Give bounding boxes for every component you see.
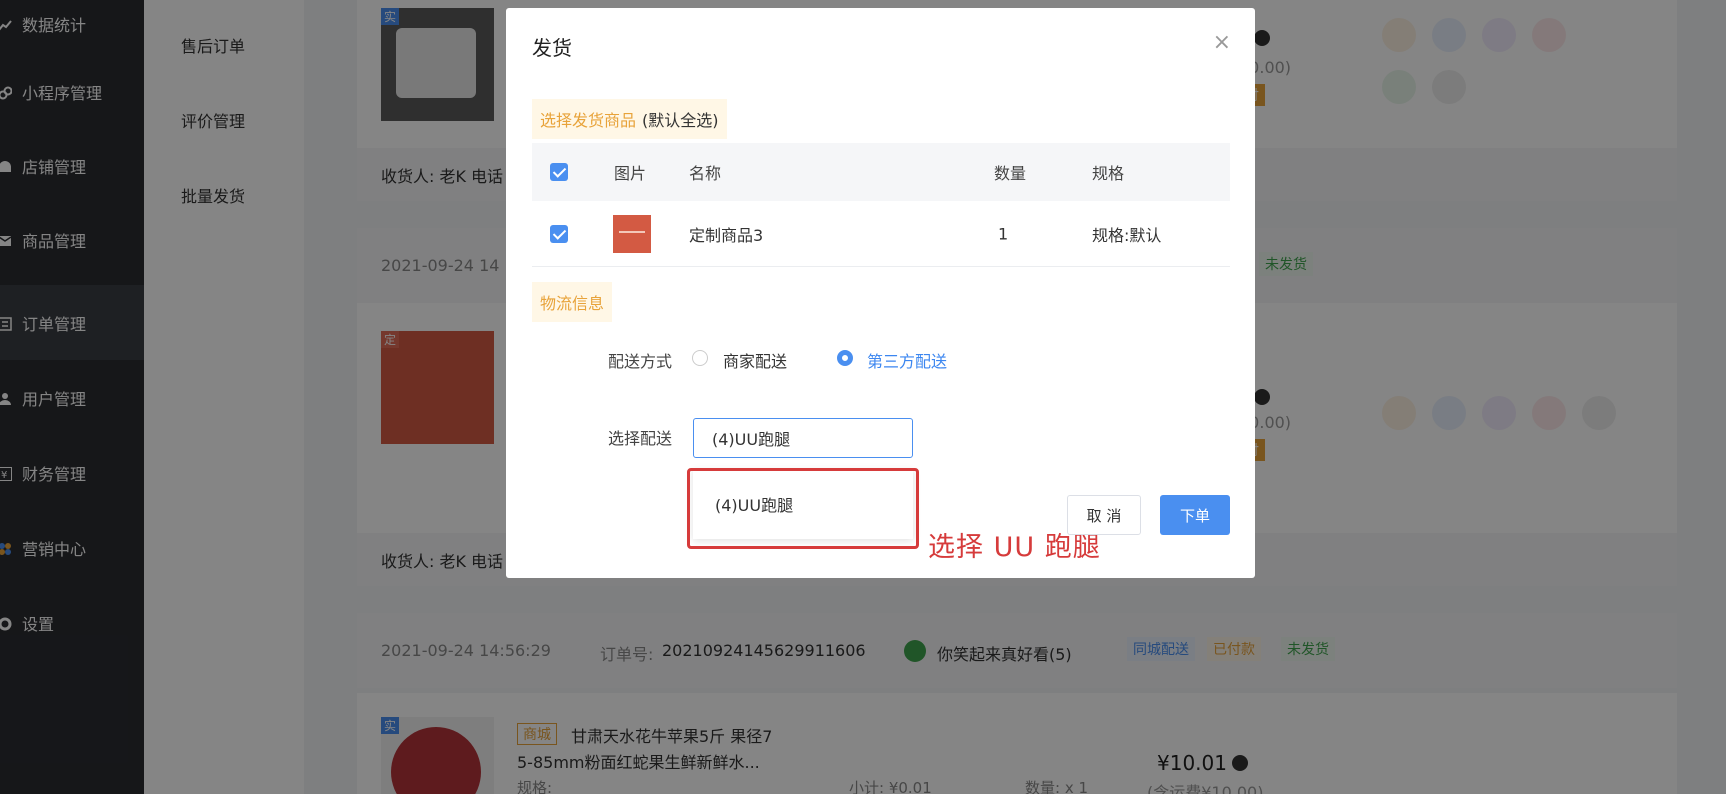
dialog-title: 发货	[532, 36, 572, 60]
header-spec: 规格	[1092, 164, 1125, 183]
annotation-highlight	[687, 468, 919, 549]
product-qty: 1	[998, 224, 1009, 243]
section-goods: 选择发货商品 (默认全选)	[532, 99, 727, 139]
product-spec: 规格:默认	[1092, 225, 1162, 245]
product-name: 定制商品3	[689, 225, 764, 245]
section-logistics: 物流信息	[532, 282, 613, 322]
product-thumbnail	[613, 214, 651, 253]
radio-third-party-label[interactable]: 第三方配送	[867, 348, 947, 372]
header-name: 名称	[689, 164, 722, 183]
select-delivery-label: 选择配送	[608, 429, 673, 448]
delivery-select[interactable]: (4)UU跑腿	[693, 418, 913, 458]
table-row: 定制商品3 1 规格:默认	[532, 201, 1230, 267]
ship-dialog: 发货 × 选择发货商品 (默认全选) 图片 名称 数量 规格 定制商品3 1 规…	[506, 8, 1255, 578]
submit-order-button[interactable]: 下单	[1160, 495, 1230, 535]
delivery-method-label: 配送方式	[608, 352, 673, 371]
radio-third-party-delivery[interactable]	[837, 350, 853, 366]
row-checkbox[interactable]	[550, 224, 568, 243]
header-qty: 数量	[994, 164, 1027, 183]
section-logistics-label: 物流信息	[540, 294, 605, 313]
section-goods-note: (默认全选)	[642, 111, 719, 130]
radio-merchant-delivery[interactable]	[692, 350, 708, 366]
close-icon[interactable]: ×	[1213, 30, 1231, 55]
section-goods-label: 选择发货商品	[540, 111, 637, 130]
radio-merchant-label[interactable]: 商家配送	[723, 348, 787, 372]
cancel-button[interactable]: 取 消	[1067, 495, 1141, 535]
header-image: 图片	[614, 164, 647, 183]
goods-table-header: 图片 名称 数量 规格	[532, 143, 1230, 201]
delivery-select-value: (4)UU跑腿	[712, 430, 791, 449]
select-all-checkbox[interactable]	[550, 163, 568, 181]
